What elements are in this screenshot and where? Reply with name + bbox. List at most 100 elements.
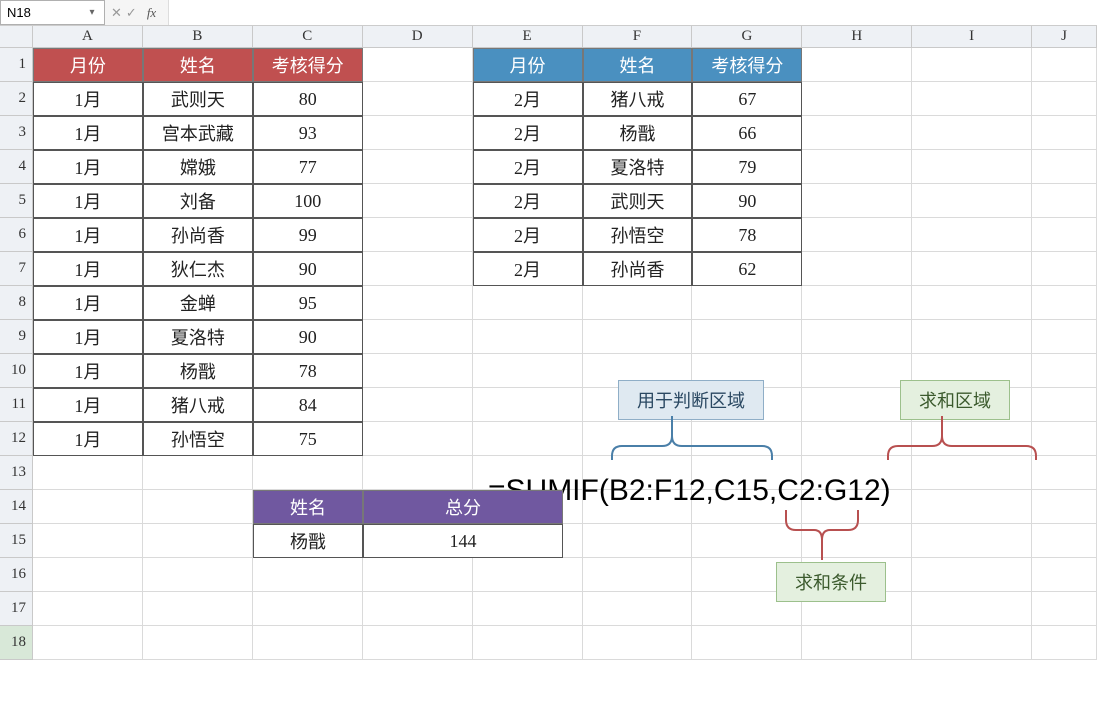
cell-F17[interactable]	[583, 592, 693, 626]
cell-A7[interactable]: 1月	[33, 252, 143, 286]
cell-F18[interactable]	[583, 626, 693, 660]
cell-B17[interactable]	[143, 592, 253, 626]
col-header-I[interactable]: I	[912, 26, 1032, 48]
cell-I2[interactable]	[912, 82, 1032, 116]
cell-D13[interactable]	[363, 456, 473, 490]
cell-A14[interactable]	[33, 490, 143, 524]
name-box[interactable]: N18 ▾	[0, 0, 105, 25]
cell-B5[interactable]: 刘备	[143, 184, 253, 218]
row-header-11[interactable]: 11	[0, 388, 33, 422]
col-header-E[interactable]: E	[473, 26, 583, 48]
cell-B3[interactable]: 宫本武藏	[143, 116, 253, 150]
cell-A2[interactable]: 1月	[33, 82, 143, 116]
cell-C14[interactable]: 姓名	[253, 490, 363, 524]
cell-J7[interactable]	[1032, 252, 1097, 286]
row-header-2[interactable]: 2	[0, 82, 33, 116]
cell-C7[interactable]: 90	[253, 252, 363, 286]
cell-J1[interactable]	[1032, 48, 1097, 82]
cell-G2[interactable]: 67	[692, 82, 802, 116]
cell-D10[interactable]	[363, 354, 473, 388]
cell-H4[interactable]	[802, 150, 912, 184]
cell-J2[interactable]	[1032, 82, 1097, 116]
col-header-J[interactable]: J	[1032, 26, 1097, 48]
cell-A3[interactable]: 1月	[33, 116, 143, 150]
cell-A17[interactable]	[33, 592, 143, 626]
cell-C2[interactable]: 80	[253, 82, 363, 116]
cell-F5[interactable]: 武则天	[583, 184, 693, 218]
cell-D4[interactable]	[363, 150, 473, 184]
cell-A11[interactable]: 1月	[33, 388, 143, 422]
row-header-12[interactable]: 12	[0, 422, 33, 456]
cell-J15[interactable]	[1032, 524, 1097, 558]
cell-D6[interactable]	[363, 218, 473, 252]
cell-J10[interactable]	[1032, 354, 1097, 388]
cell-C4[interactable]: 77	[253, 150, 363, 184]
cell-G6[interactable]: 78	[692, 218, 802, 252]
cell-A12[interactable]: 1月	[33, 422, 143, 456]
cell-B2[interactable]: 武则天	[143, 82, 253, 116]
cell-E2[interactable]: 2月	[473, 82, 583, 116]
cell-I18[interactable]	[912, 626, 1032, 660]
cell-A1[interactable]: 月份	[33, 48, 143, 82]
cell-E8[interactable]	[473, 286, 583, 320]
cell-G7[interactable]: 62	[692, 252, 802, 286]
cell-G1[interactable]: 考核得分	[692, 48, 802, 82]
cell-H6[interactable]	[802, 218, 912, 252]
cell-I17[interactable]	[912, 592, 1032, 626]
cell-D12[interactable]	[363, 422, 473, 456]
cell-D1[interactable]	[363, 48, 473, 82]
cell-D14[interactable]: 总分	[363, 490, 563, 524]
cell-H18[interactable]	[802, 626, 912, 660]
cell-B7[interactable]: 狄仁杰	[143, 252, 253, 286]
cell-E6[interactable]: 2月	[473, 218, 583, 252]
cell-F3[interactable]: 杨戬	[583, 116, 693, 150]
cell-C10[interactable]: 78	[253, 354, 363, 388]
cell-I14[interactable]	[912, 490, 1032, 524]
cell-H3[interactable]	[802, 116, 912, 150]
cell-J14[interactable]	[1032, 490, 1097, 524]
cell-A6[interactable]: 1月	[33, 218, 143, 252]
cell-H1[interactable]	[802, 48, 912, 82]
col-header-F[interactable]: F	[583, 26, 693, 48]
cell-G8[interactable]	[692, 286, 802, 320]
row-header-5[interactable]: 5	[0, 184, 33, 218]
cell-I7[interactable]	[912, 252, 1032, 286]
cell-D3[interactable]	[363, 116, 473, 150]
row-header-8[interactable]: 8	[0, 286, 33, 320]
cell-I6[interactable]	[912, 218, 1032, 252]
cell-D8[interactable]	[363, 286, 473, 320]
cell-D15[interactable]: 144	[363, 524, 563, 558]
cell-J13[interactable]	[1032, 456, 1097, 490]
cell-I5[interactable]	[912, 184, 1032, 218]
row-header-1[interactable]: 1	[0, 48, 33, 82]
cell-C16[interactable]	[253, 558, 363, 592]
cell-A15[interactable]	[33, 524, 143, 558]
cell-F7[interactable]: 孙尚香	[583, 252, 693, 286]
cell-J9[interactable]	[1032, 320, 1097, 354]
cell-G18[interactable]	[692, 626, 802, 660]
cell-B18[interactable]	[143, 626, 253, 660]
cell-D11[interactable]	[363, 388, 473, 422]
select-all-corner[interactable]	[0, 26, 33, 48]
cell-I4[interactable]	[912, 150, 1032, 184]
cell-J3[interactable]	[1032, 116, 1097, 150]
col-header-A[interactable]: A	[33, 26, 143, 48]
cell-C13[interactable]	[253, 456, 363, 490]
cell-C5[interactable]: 100	[253, 184, 363, 218]
cell-E4[interactable]: 2月	[473, 150, 583, 184]
cell-B12[interactable]: 孙悟空	[143, 422, 253, 456]
cell-E17[interactable]	[473, 592, 583, 626]
cell-J5[interactable]	[1032, 184, 1097, 218]
cell-D2[interactable]	[363, 82, 473, 116]
row-header-17[interactable]: 17	[0, 592, 33, 626]
cell-A4[interactable]: 1月	[33, 150, 143, 184]
cell-F6[interactable]: 孙悟空	[583, 218, 693, 252]
cell-B14[interactable]	[143, 490, 253, 524]
cell-J17[interactable]	[1032, 592, 1097, 626]
cell-A5[interactable]: 1月	[33, 184, 143, 218]
cell-A16[interactable]	[33, 558, 143, 592]
cell-B13[interactable]	[143, 456, 253, 490]
cell-G9[interactable]	[692, 320, 802, 354]
cell-G5[interactable]: 90	[692, 184, 802, 218]
formula-input[interactable]	[169, 0, 1097, 25]
